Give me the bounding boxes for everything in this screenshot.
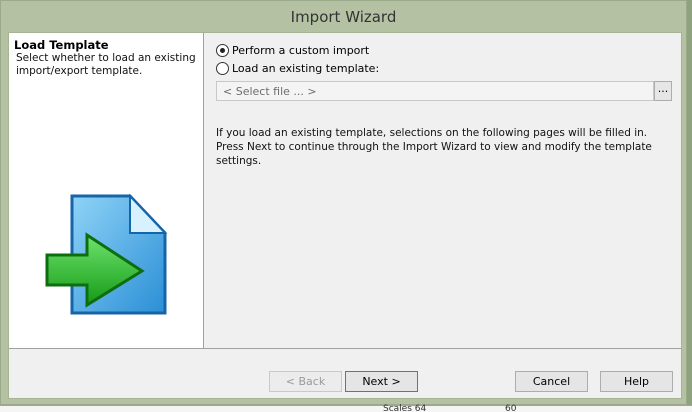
footer-separator: [9, 348, 681, 349]
wizard-client-area: Load Template Select whether to load an …: [8, 32, 682, 399]
cancel-button[interactable]: Cancel: [515, 371, 588, 392]
background-text-1: Scales 64: [383, 404, 427, 412]
help-button[interactable]: Help: [600, 371, 673, 392]
options-pane: Perform a custom import Load an existing…: [205, 33, 681, 348]
template-file-field: < Select file ... >: [216, 81, 654, 101]
existing-template-option[interactable]: Load an existing template:: [216, 62, 379, 75]
back-button[interactable]: < Back: [269, 371, 342, 392]
window-title: Import Wizard: [290, 7, 397, 26]
existing-template-label[interactable]: Load an existing template:: [232, 62, 379, 75]
custom-import-option[interactable]: Perform a custom import: [216, 44, 369, 57]
step-info-pane: Load Template Select whether to load an …: [9, 33, 204, 348]
import-wizard-window: Import Wizard Load Template Select wheth…: [0, 0, 687, 405]
step-heading: Load Template: [14, 38, 109, 52]
browse-button: ...: [654, 81, 672, 101]
title-bar[interactable]: Import Wizard: [1, 1, 686, 32]
next-button[interactable]: Next >: [345, 371, 418, 392]
existing-template-radio[interactable]: [216, 62, 229, 75]
custom-import-label[interactable]: Perform a custom import: [232, 44, 369, 57]
step-description: Select whether to load an existing impor…: [16, 52, 196, 77]
background-text-2: 60: [505, 404, 517, 412]
custom-import-radio[interactable]: [216, 44, 229, 57]
template-info-text: If you load an existing template, select…: [216, 127, 652, 167]
document-import-icon: [45, 193, 168, 315]
background-application-strip: Scales 64 60: [0, 404, 692, 412]
